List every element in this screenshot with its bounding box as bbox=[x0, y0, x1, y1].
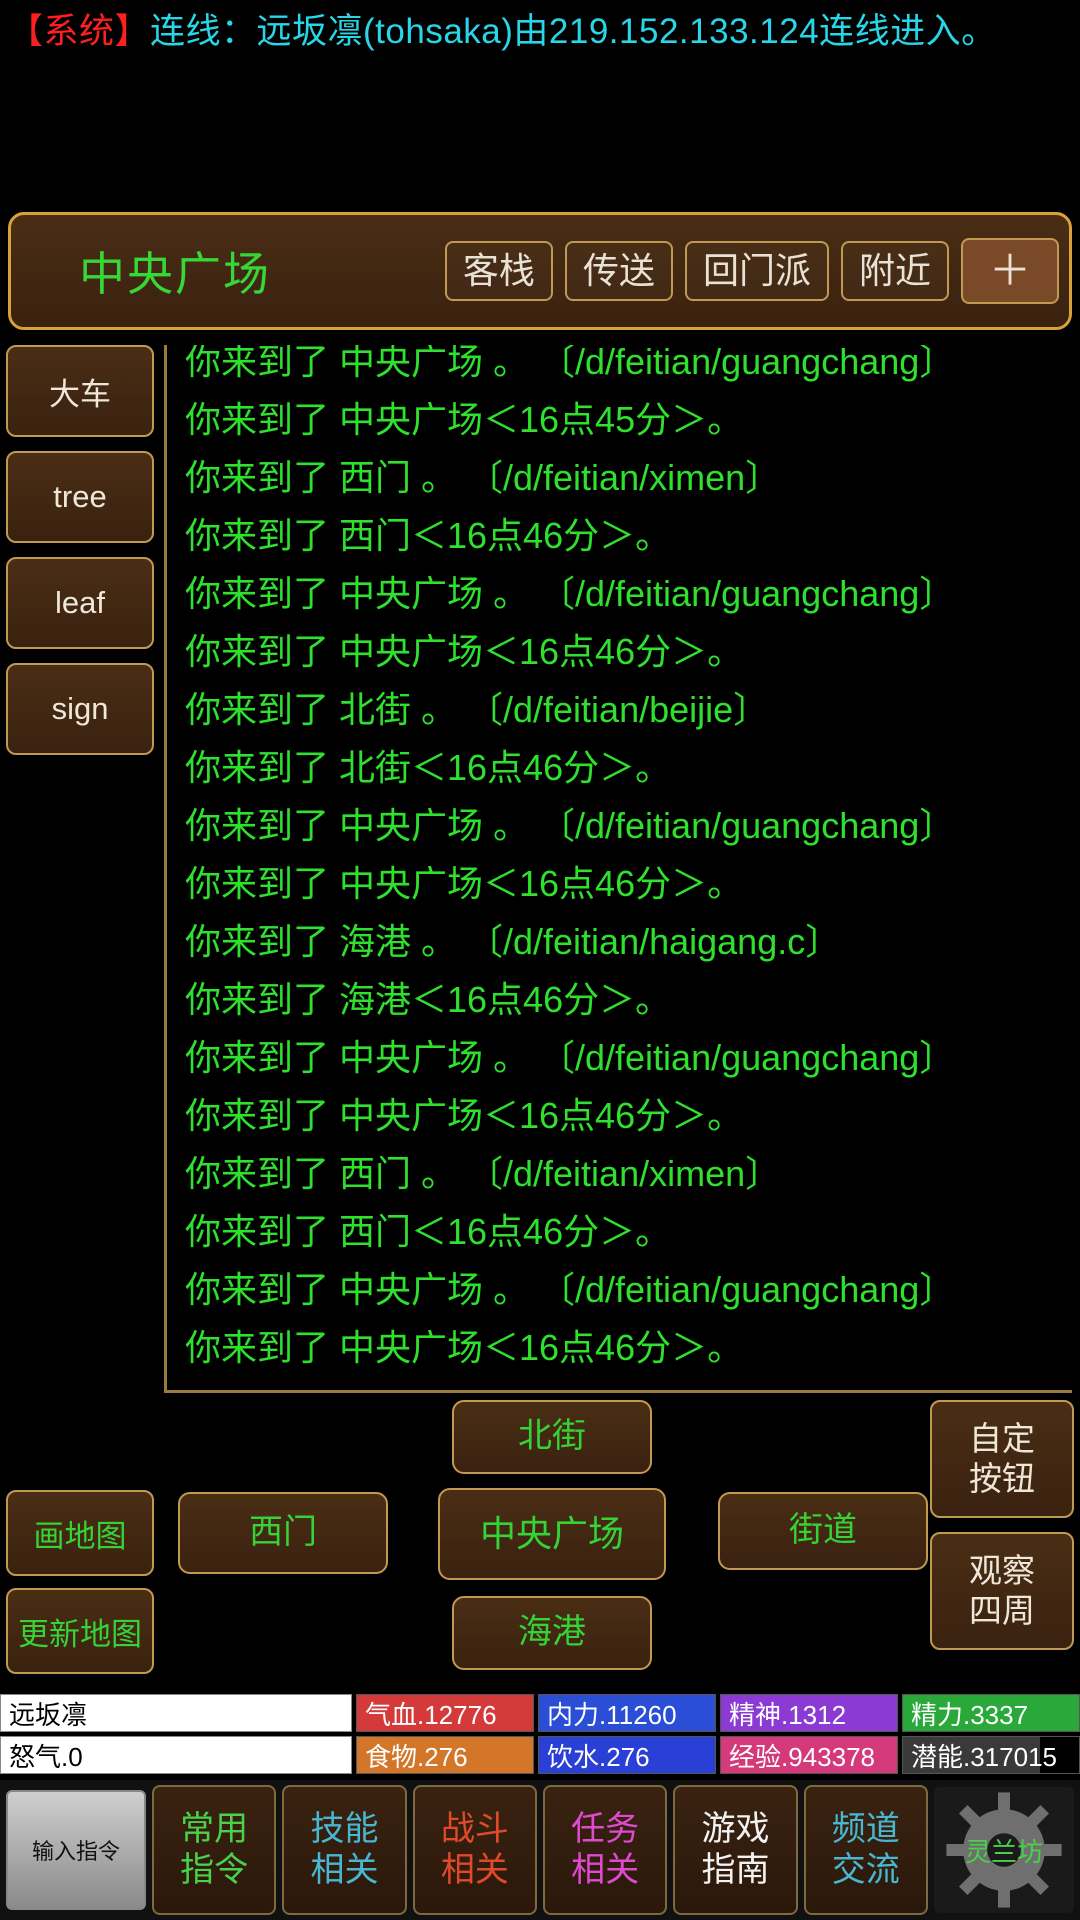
message-log[interactable]: 你来到了 中央广场 。 〔/d/feitian/guangchang〕 你来到了… bbox=[164, 345, 1072, 1393]
log-line: 你来到了 北街＜16点46分＞。 bbox=[185, 747, 672, 788]
log-line: 你来到了 中央广场＜16点46分＞。 bbox=[185, 863, 744, 904]
custom-button[interactable]: 自定 按钮 bbox=[930, 1400, 1074, 1518]
game-guide-button[interactable]: 游戏 指南 bbox=[673, 1785, 798, 1915]
exit-west[interactable]: 西门 bbox=[178, 1492, 388, 1574]
status-badge-hp: 气血.12776 bbox=[356, 1694, 534, 1732]
log-line: 你来到了 海港＜16点46分＞。 bbox=[185, 979, 672, 1020]
log-line: 你来到了 海港 。 〔/d/feitian/haigang.c〕 bbox=[185, 921, 842, 962]
sidebar-item-cart[interactable]: 大车 bbox=[6, 345, 154, 437]
look-around-button[interactable]: 观察 四周 bbox=[930, 1532, 1074, 1650]
log-line: 你来到了 中央广场 。 〔/d/feitian/guangchang〕 bbox=[185, 573, 956, 614]
status-badge-spirit: 精神.1312 bbox=[720, 1694, 898, 1732]
log-line: 你来到了 中央广场 。 〔/d/feitian/guangchang〕 bbox=[185, 345, 956, 382]
command-bar: 输入指令 常用 指令 技能 相关 战斗 相关 任务 相关 游戏 指南 频道 交流 bbox=[0, 1780, 1080, 1920]
status-badge-anger: 怒气.0 bbox=[0, 1736, 352, 1774]
log-line: 你来到了 中央广场 。 〔/d/feitian/guangchang〕 bbox=[185, 1037, 956, 1078]
skills-button[interactable]: 技能 相关 bbox=[282, 1785, 407, 1915]
custom-button-line2: 按钮 bbox=[969, 1460, 1035, 1497]
location-bar: 中央广场 客栈 传送 回门派 附近 ＋ bbox=[8, 212, 1072, 330]
log-line: 你来到了 中央广场＜16点46分＞。 bbox=[185, 1327, 744, 1368]
return-sect-button[interactable]: 回门派 bbox=[684, 241, 829, 301]
left-tool-column: 大车 tree leaf sign bbox=[6, 345, 154, 755]
channels-button[interactable]: 频道 交流 bbox=[803, 1785, 928, 1915]
status-badge-mp: 内力.11260 bbox=[538, 1694, 716, 1732]
inn-button[interactable]: 客栈 bbox=[444, 241, 553, 301]
command-input[interactable]: 输入指令 bbox=[6, 1790, 146, 1910]
skills-line1: 技能 bbox=[310, 1810, 379, 1849]
exit-north[interactable]: 北街 bbox=[452, 1400, 652, 1474]
system-message-prefix: 【系统】 bbox=[8, 12, 151, 51]
map-left-buttons: 画地图 更新地图 bbox=[6, 1490, 154, 1674]
page-title: 中央广场 bbox=[79, 248, 271, 300]
quests-line1: 任务 bbox=[571, 1810, 640, 1849]
game-guide-line1: 游戏 bbox=[701, 1810, 770, 1849]
status-row-2: 怒气.0 食物.276 饮水.276 经验.943378 潜能.317015 bbox=[0, 1736, 1080, 1774]
channels-line2: 交流 bbox=[831, 1851, 900, 1889]
status-badge-food: 食物.276 bbox=[356, 1736, 534, 1774]
log-line: 你来到了 中央广场＜16点46分＞。 bbox=[185, 631, 744, 672]
sidebar-item-leaf[interactable]: leaf bbox=[6, 557, 154, 649]
custom-button-line1: 自定 bbox=[969, 1420, 1035, 1458]
status-badge-water: 饮水.276 bbox=[538, 1736, 716, 1774]
teleport-button[interactable]: 传送 bbox=[564, 241, 673, 301]
sidebar-item-sign[interactable]: sign bbox=[6, 663, 154, 755]
settings-button[interactable]: 灵兰坊 bbox=[933, 1787, 1074, 1913]
log-line: 你来到了 北街 。 〔/d/feitian/beijie〕 bbox=[185, 689, 770, 730]
common-commands-button[interactable]: 常用 指令 bbox=[152, 1785, 277, 1915]
status-badge-potential: 潜能.317015 bbox=[902, 1736, 1080, 1774]
combat-button[interactable]: 战斗 相关 bbox=[412, 1785, 537, 1915]
update-map-button[interactable]: 更新地图 bbox=[6, 1588, 154, 1674]
draw-map-button[interactable]: 画地图 bbox=[6, 1490, 154, 1576]
player-name: 远坂凛 bbox=[0, 1694, 352, 1732]
look-around-line2: 四周 bbox=[969, 1592, 1035, 1629]
exit-south[interactable]: 海港 bbox=[452, 1596, 652, 1670]
combat-line1: 战斗 bbox=[440, 1810, 509, 1849]
skills-line2: 相关 bbox=[310, 1851, 379, 1889]
channels-line1: 频道 bbox=[831, 1810, 900, 1849]
game-guide-line2: 指南 bbox=[701, 1851, 770, 1889]
system-message: 【系统】连线：远坂凛(tohsaka)由219.152.133.124连线进入。 bbox=[0, 0, 1080, 54]
sidebar-item-tree[interactable]: tree bbox=[6, 451, 154, 543]
look-around-line1: 观察 bbox=[969, 1552, 1035, 1590]
common-commands-line2: 指令 bbox=[180, 1851, 249, 1889]
log-line: 你来到了 西门＜16点46分＞。 bbox=[185, 1211, 672, 1252]
log-line: 你来到了 西门＜16点46分＞。 bbox=[185, 515, 672, 556]
location-actions: 客栈 传送 回门派 附近 ＋ bbox=[444, 238, 1059, 304]
log-line: 你来到了 中央广场 。 〔/d/feitian/guangchang〕 bbox=[185, 805, 956, 846]
log-line: 你来到了 中央广场 。 〔/d/feitian/guangchang〕 bbox=[185, 1269, 956, 1310]
game-screen: 【系统】连线：远坂凛(tohsaka)由219.152.133.124连线进入。… bbox=[0, 0, 1080, 1920]
nearby-button[interactable]: 附近 bbox=[840, 241, 949, 301]
map-exits: 北街 西门 中央广场 街道 海港 bbox=[0, 1400, 1080, 1690]
log-line: 你来到了 西门 。 〔/d/feitian/ximen〕 bbox=[185, 1153, 782, 1194]
status-badge-energy: 精力.3337 bbox=[902, 1694, 1080, 1732]
add-button[interactable]: ＋ bbox=[960, 238, 1059, 304]
status-bars: 远坂凛 气血.12776 内力.11260 精神.1312 精力.3337 怒气… bbox=[0, 1694, 1080, 1778]
settings-label: 灵兰坊 bbox=[964, 1836, 1043, 1867]
status-badge-exp: 经验.943378 bbox=[720, 1736, 898, 1774]
exit-east[interactable]: 街道 bbox=[718, 1492, 928, 1570]
status-row-1: 远坂凛 气血.12776 内力.11260 精神.1312 精力.3337 bbox=[0, 1694, 1080, 1732]
system-message-body: 连线：远坂凛(tohsaka)由219.152.133.124连线进入。 bbox=[150, 12, 997, 51]
log-line: 你来到了 中央广场＜16点46分＞。 bbox=[185, 1095, 744, 1136]
map-right-buttons: 自定 按钮 观察 四周 bbox=[930, 1400, 1074, 1650]
quests-line2: 相关 bbox=[571, 1851, 640, 1889]
exit-center[interactable]: 中央广场 bbox=[438, 1488, 666, 1580]
log-line: 你来到了 西门 。 〔/d/feitian/ximen〕 bbox=[185, 457, 782, 498]
log-line: 你来到了 中央广场＜16点45分＞。 bbox=[185, 399, 744, 440]
common-commands-line1: 常用 bbox=[180, 1810, 249, 1849]
quests-button[interactable]: 任务 相关 bbox=[542, 1785, 668, 1915]
combat-line2: 相关 bbox=[440, 1851, 509, 1889]
